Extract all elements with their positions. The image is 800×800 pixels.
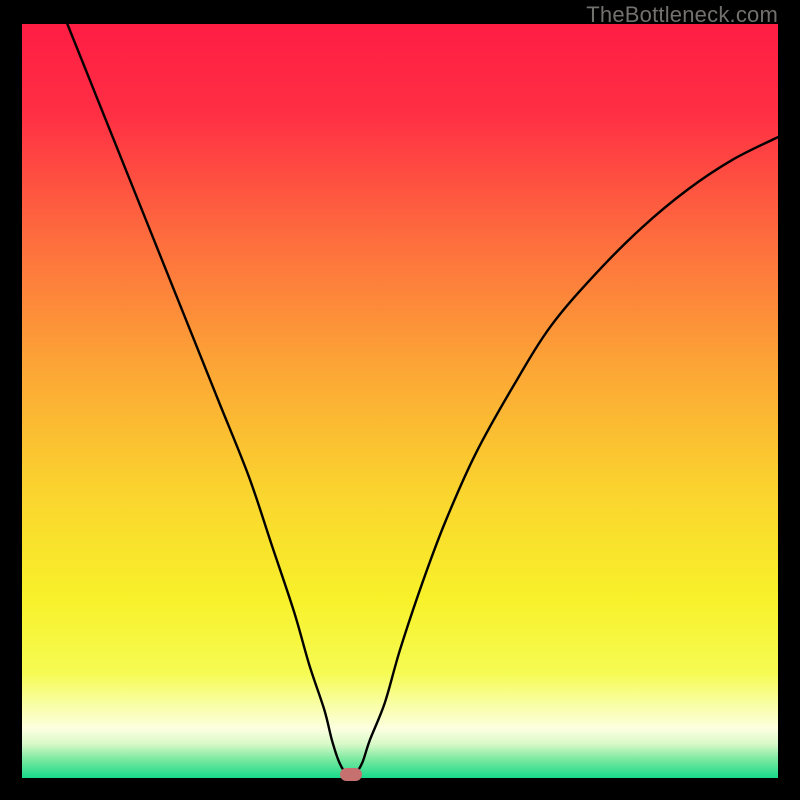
chart-plot <box>22 24 778 778</box>
chart-frame <box>22 24 778 778</box>
watermark-text: TheBottleneck.com <box>586 2 778 28</box>
gradient-background <box>22 24 778 778</box>
optimum-marker <box>340 768 362 781</box>
